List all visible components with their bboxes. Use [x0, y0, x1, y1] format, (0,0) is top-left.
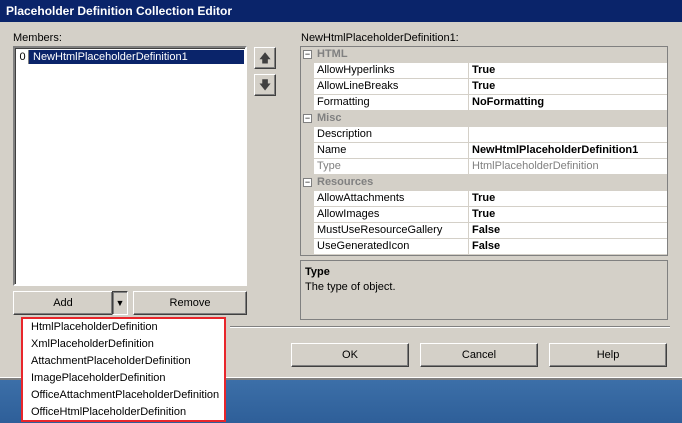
property-row[interactable]: AllowHyperlinks True	[301, 63, 667, 79]
category-misc[interactable]: − Misc	[301, 111, 667, 127]
property-row[interactable]: Formatting NoFormatting	[301, 95, 667, 111]
row-gutter	[301, 127, 314, 143]
property-value[interactable]: False	[469, 223, 667, 239]
arrow-up-icon: 🡅	[258, 51, 272, 65]
property-grid[interactable]: − HTML AllowHyperlinks True AllowLineBre…	[300, 46, 668, 256]
row-gutter	[301, 223, 314, 239]
row-gutter	[301, 143, 314, 159]
property-row[interactable]: Type HtmlPlaceholderDefinition	[301, 159, 667, 175]
cancel-button[interactable]: Cancel	[420, 343, 538, 367]
move-up-button[interactable]: 🡅	[254, 47, 276, 69]
move-down-button[interactable]: 🡇	[254, 74, 276, 96]
row-gutter	[301, 207, 314, 223]
property-value[interactable]: True	[469, 63, 667, 79]
property-row[interactable]: Description	[301, 127, 667, 143]
property-value[interactable]: True	[469, 207, 667, 223]
description-text: The type of object.	[305, 281, 396, 293]
description-panel: Type The type of object.	[300, 260, 668, 320]
member-name: NewHtmlPlaceholderDefinition1	[33, 51, 188, 63]
property-row[interactable]: AllowLineBreaks True	[301, 79, 667, 95]
category-html[interactable]: − HTML	[301, 47, 667, 63]
collapse-icon[interactable]: −	[303, 50, 312, 59]
row-gutter	[301, 79, 314, 95]
members-label: Members:	[13, 32, 62, 44]
category-label: HTML	[317, 48, 348, 60]
window-title: Placeholder Definition Collection Editor	[0, 0, 682, 22]
property-name: AllowHyperlinks	[314, 63, 469, 79]
category-label: Misc	[317, 112, 342, 124]
properties-title: NewHtmlPlaceholderDefinition1:	[301, 32, 459, 44]
add-button[interactable]: Add	[13, 291, 113, 315]
menu-item[interactable]: HtmlPlaceholderDefinition	[31, 319, 158, 335]
property-value[interactable]: False	[469, 239, 667, 255]
category-label: Resources	[317, 176, 374, 188]
row-gutter	[301, 63, 314, 79]
arrow-down-icon: 🡇	[258, 78, 272, 92]
property-name: Description	[314, 127, 469, 143]
menu-item[interactable]: ImagePlaceholderDefinition	[31, 370, 166, 386]
add-dropdown-button[interactable]: ▼	[112, 291, 128, 315]
member-index: 0	[17, 50, 29, 64]
row-gutter	[301, 159, 314, 175]
members-list[interactable]: 0 NewHtmlPlaceholderDefinition1	[13, 46, 247, 286]
description-title: Type	[305, 266, 330, 278]
property-value[interactable]: True	[469, 191, 667, 207]
member-item[interactable]: 0 NewHtmlPlaceholderDefinition1	[17, 50, 244, 64]
property-row[interactable]: AllowAttachments True	[301, 191, 667, 207]
menu-item[interactable]: OfficeHtmlPlaceholderDefinition	[31, 404, 186, 420]
property-row[interactable]: MustUseResourceGallery False	[301, 223, 667, 239]
property-row[interactable]: UseGeneratedIcon False	[301, 239, 667, 255]
help-button[interactable]: Help	[549, 343, 667, 367]
row-gutter	[301, 239, 314, 255]
property-value[interactable]: True	[469, 79, 667, 95]
add-type-menu: HtmlPlaceholderDefinition XmlPlaceholder…	[21, 317, 225, 421]
property-row[interactable]: AllowImages True	[301, 207, 667, 223]
collapse-icon[interactable]: −	[303, 114, 312, 123]
menu-item[interactable]: AttachmentPlaceholderDefinition	[31, 353, 191, 369]
menu-item[interactable]: OfficeAttachmentPlaceholderDefinition	[31, 387, 219, 403]
separator	[230, 326, 670, 328]
property-value[interactable]: NewHtmlPlaceholderDefinition1	[469, 143, 667, 159]
remove-button[interactable]: Remove	[133, 291, 247, 315]
ok-button[interactable]: OK	[291, 343, 409, 367]
property-name: Name	[314, 143, 469, 159]
property-name: Formatting	[314, 95, 469, 111]
property-name: Type	[314, 159, 469, 175]
chevron-down-icon: ▼	[115, 298, 125, 308]
property-value[interactable]	[469, 127, 667, 143]
property-name: AllowImages	[314, 207, 469, 223]
property-name: MustUseResourceGallery	[314, 223, 469, 239]
property-row[interactable]: Name NewHtmlPlaceholderDefinition1	[301, 143, 667, 159]
category-resources[interactable]: − Resources	[301, 175, 667, 191]
property-value[interactable]: NoFormatting	[469, 95, 667, 111]
property-name: AllowLineBreaks	[314, 79, 469, 95]
row-gutter	[301, 191, 314, 207]
property-value: HtmlPlaceholderDefinition	[469, 159, 667, 175]
menu-item[interactable]: XmlPlaceholderDefinition	[31, 336, 154, 352]
collapse-icon[interactable]: −	[303, 178, 312, 187]
row-gutter	[301, 95, 314, 111]
property-name: AllowAttachments	[314, 191, 469, 207]
property-name: UseGeneratedIcon	[314, 239, 469, 255]
